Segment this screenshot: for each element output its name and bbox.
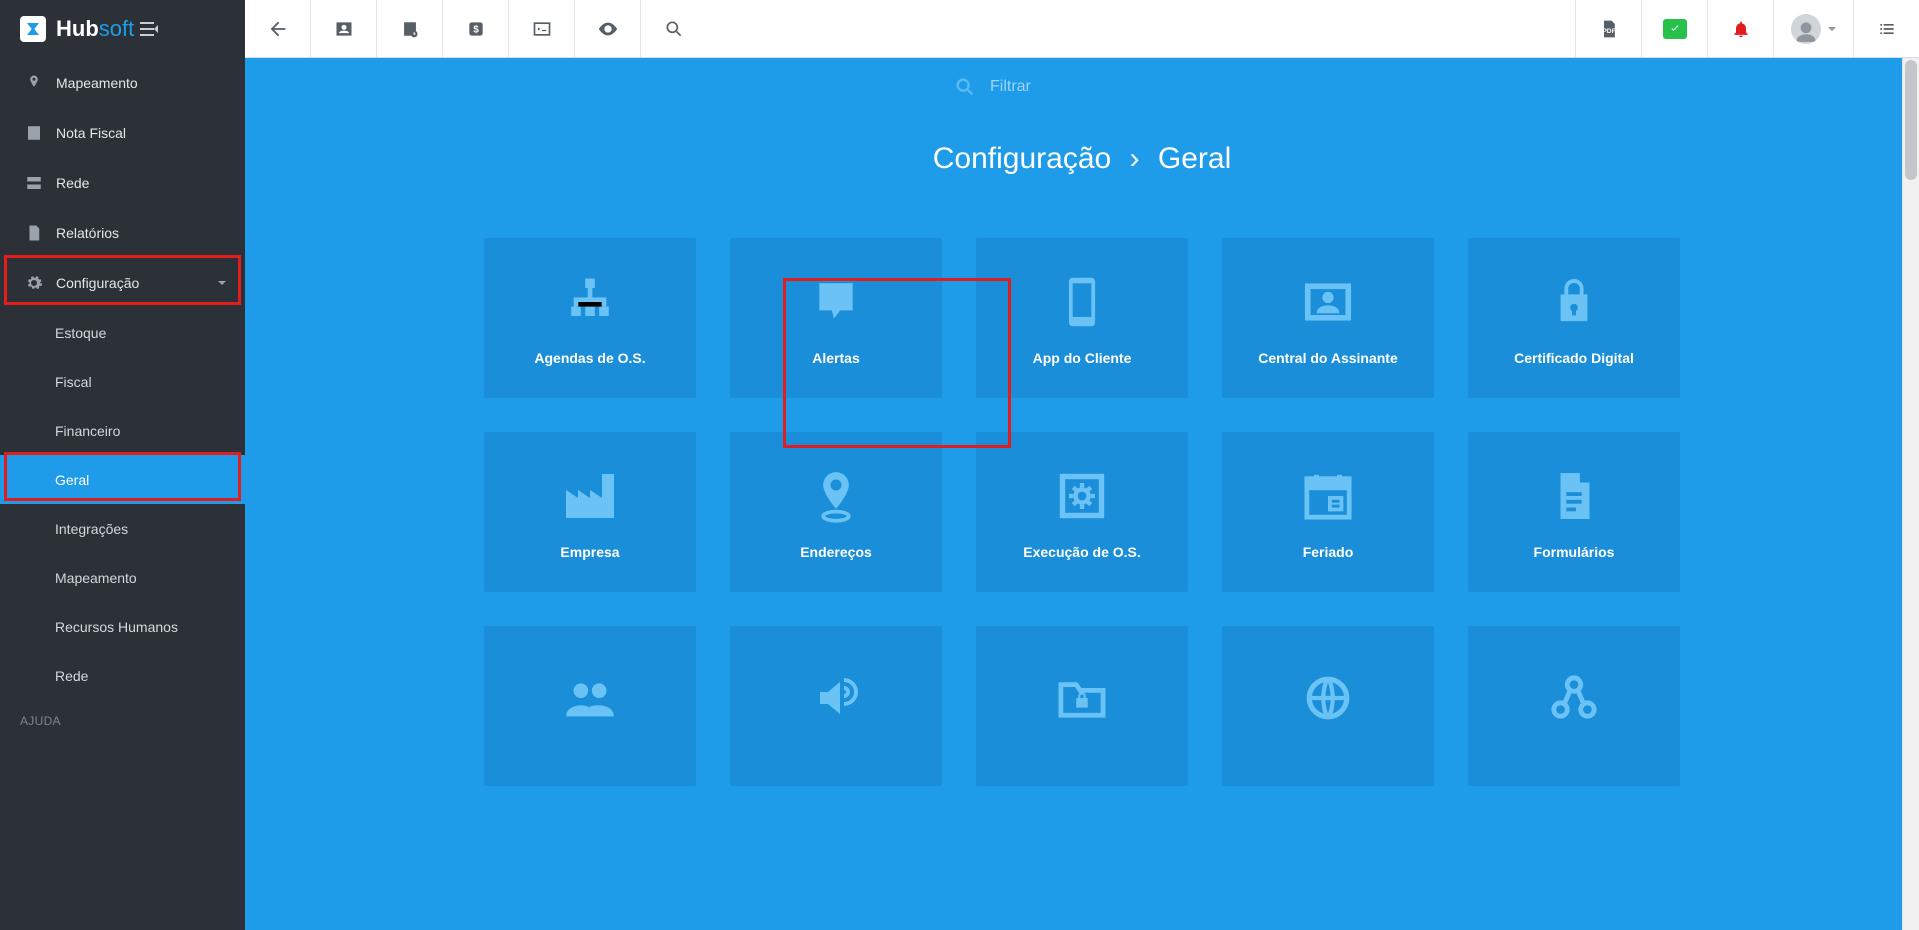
card-formularios[interactable]: Formulários [1468,432,1680,592]
volume-icon [809,666,863,730]
check-message-icon [1663,19,1687,39]
card-label: Formulários [1534,544,1615,560]
card-row3-1[interactable] [484,626,696,786]
card-label: Endereços [800,544,872,560]
topbar-user-menu[interactable] [1773,0,1853,57]
breadcrumb-part: Geral [1158,142,1231,175]
card-label: Empresa [560,544,619,560]
card-certificado-digital[interactable]: Certificado Digital [1468,238,1680,398]
id-card-icon [1301,270,1355,334]
topbar-pdf-icon[interactable]: PDF [1575,0,1641,57]
sidebar-section-help: AJUDA [0,700,245,734]
sidebar-sub-geral[interactable]: Geral [0,455,245,504]
globe-icon [1303,666,1353,730]
lock-icon [1551,270,1597,334]
sidebar-sub-recursos-humanos[interactable]: Recursos Humanos [0,602,245,651]
calendar-icon [1301,464,1355,528]
form-icon [1551,464,1597,528]
sidebar-sub-integracoes[interactable]: Integrações [0,504,245,553]
brand-logo-text: Hubsoft [56,16,134,42]
collapse-sidebar-icon[interactable] [140,22,158,36]
brand-logo-icon [20,16,46,42]
users-icon [562,666,618,730]
topbar-calendar-icon[interactable] [377,0,443,57]
card-row3-5[interactable] [1468,626,1680,786]
sidebar-item-label: Configuração [56,275,139,291]
card-label: Central do Assinante [1258,350,1398,366]
chevron-down-icon [217,278,227,288]
main-content: Configuração › Geral Agendas de O.S. Ale… [245,58,1919,930]
sidebar-sub-mapeamento[interactable]: Mapeamento [0,553,245,602]
sidebar-item-label: Mapeamento [56,75,138,91]
breadcrumb: Configuração › Geral [285,142,1879,176]
topbar-messages-button[interactable] [1641,0,1707,57]
server-icon [22,174,46,192]
svg-text:$: $ [473,24,479,35]
gear-icon [22,274,46,292]
scrollbar-thumb[interactable] [1905,60,1917,180]
cards-grid: Agendas de O.S. Alertas App do Cliente C… [285,238,1879,786]
breadcrumb-sep: › [1130,142,1140,175]
sidebar-sub-fiscal[interactable]: Fiscal [0,357,245,406]
sidebar-sub-estoque[interactable]: Estoque [0,308,245,357]
sitemap-icon [562,270,618,334]
card-alertas[interactable]: Alertas [730,238,942,398]
topbar-notifications-button[interactable] [1707,0,1773,57]
phone-icon [1059,270,1105,334]
back-button[interactable] [245,0,311,57]
sidebar-item-configuracao[interactable]: Configuração [0,258,245,308]
card-label: Agendas de O.S. [534,350,645,366]
chevron-down-icon [1827,24,1837,34]
card-execucao-os[interactable]: Execução de O.S. [976,432,1188,592]
search-icon [954,76,976,98]
topbar-terminal-icon[interactable] [509,0,575,57]
sidebar-header: Hubsoft [0,0,245,58]
card-label: Certificado Digital [1514,350,1634,366]
card-app-cliente[interactable]: App do Cliente [976,238,1188,398]
sidebar-item-label: Nota Fiscal [56,125,126,141]
sidebar-item-label: Relatórios [56,225,119,241]
card-agendas-os[interactable]: Agendas de O.S. [484,238,696,398]
topbar-eye-icon[interactable] [575,0,641,57]
sidebar-item-rede[interactable]: Rede [0,158,245,208]
card-label: App do Cliente [1033,350,1132,366]
sidebar-item-relatorios[interactable]: Relatórios [0,208,245,258]
card-row3-3[interactable] [976,626,1188,786]
scrollbar[interactable] [1902,58,1919,930]
card-enderecos[interactable]: Endereços [730,432,942,592]
topbar-search-icon[interactable] [641,0,707,57]
filter-input[interactable] [990,78,1210,96]
filter-row [285,76,1879,98]
topbar-money-icon[interactable]: $ [443,0,509,57]
factory-icon [562,464,618,528]
topbar: $ PDF [245,0,1919,58]
card-feriado[interactable]: Feriado [1222,432,1434,592]
map-pin-icon [814,464,858,528]
sidebar-item-nota-fiscal[interactable]: Nota Fiscal [0,108,245,158]
topbar-list-icon[interactable] [1853,0,1919,57]
svg-text:PDF: PDF [1602,28,1615,35]
avatar-icon [1791,14,1821,44]
card-row3-2[interactable] [730,626,942,786]
topbar-contact-icon[interactable] [311,0,377,57]
sidebar-item-label: Rede [56,175,89,191]
sidebar: Hubsoft Mapeamento Nota Fiscal Rede Rela… [0,0,245,930]
breadcrumb-part: Configuração [933,142,1111,175]
alert-icon [811,270,861,334]
card-label: Feriado [1303,544,1354,560]
card-label: Execução de O.S. [1023,544,1141,560]
card-central-assinante[interactable]: Central do Assinante [1222,238,1434,398]
file-icon [22,224,46,242]
gear-box-icon [1056,464,1108,528]
sidebar-sub-financeiro[interactable]: Financeiro [0,406,245,455]
card-row3-4[interactable] [1222,626,1434,786]
person-pin-icon [22,74,46,92]
card-empresa[interactable]: Empresa [484,432,696,592]
lock-folder-icon [1054,666,1110,730]
doc-lines-icon [22,124,46,142]
card-label: Alertas [812,350,859,366]
sidebar-sub-rede[interactable]: Rede [0,651,245,700]
sidebar-item-mapeamento[interactable]: Mapeamento [0,58,245,108]
nodes-icon [1548,666,1600,730]
